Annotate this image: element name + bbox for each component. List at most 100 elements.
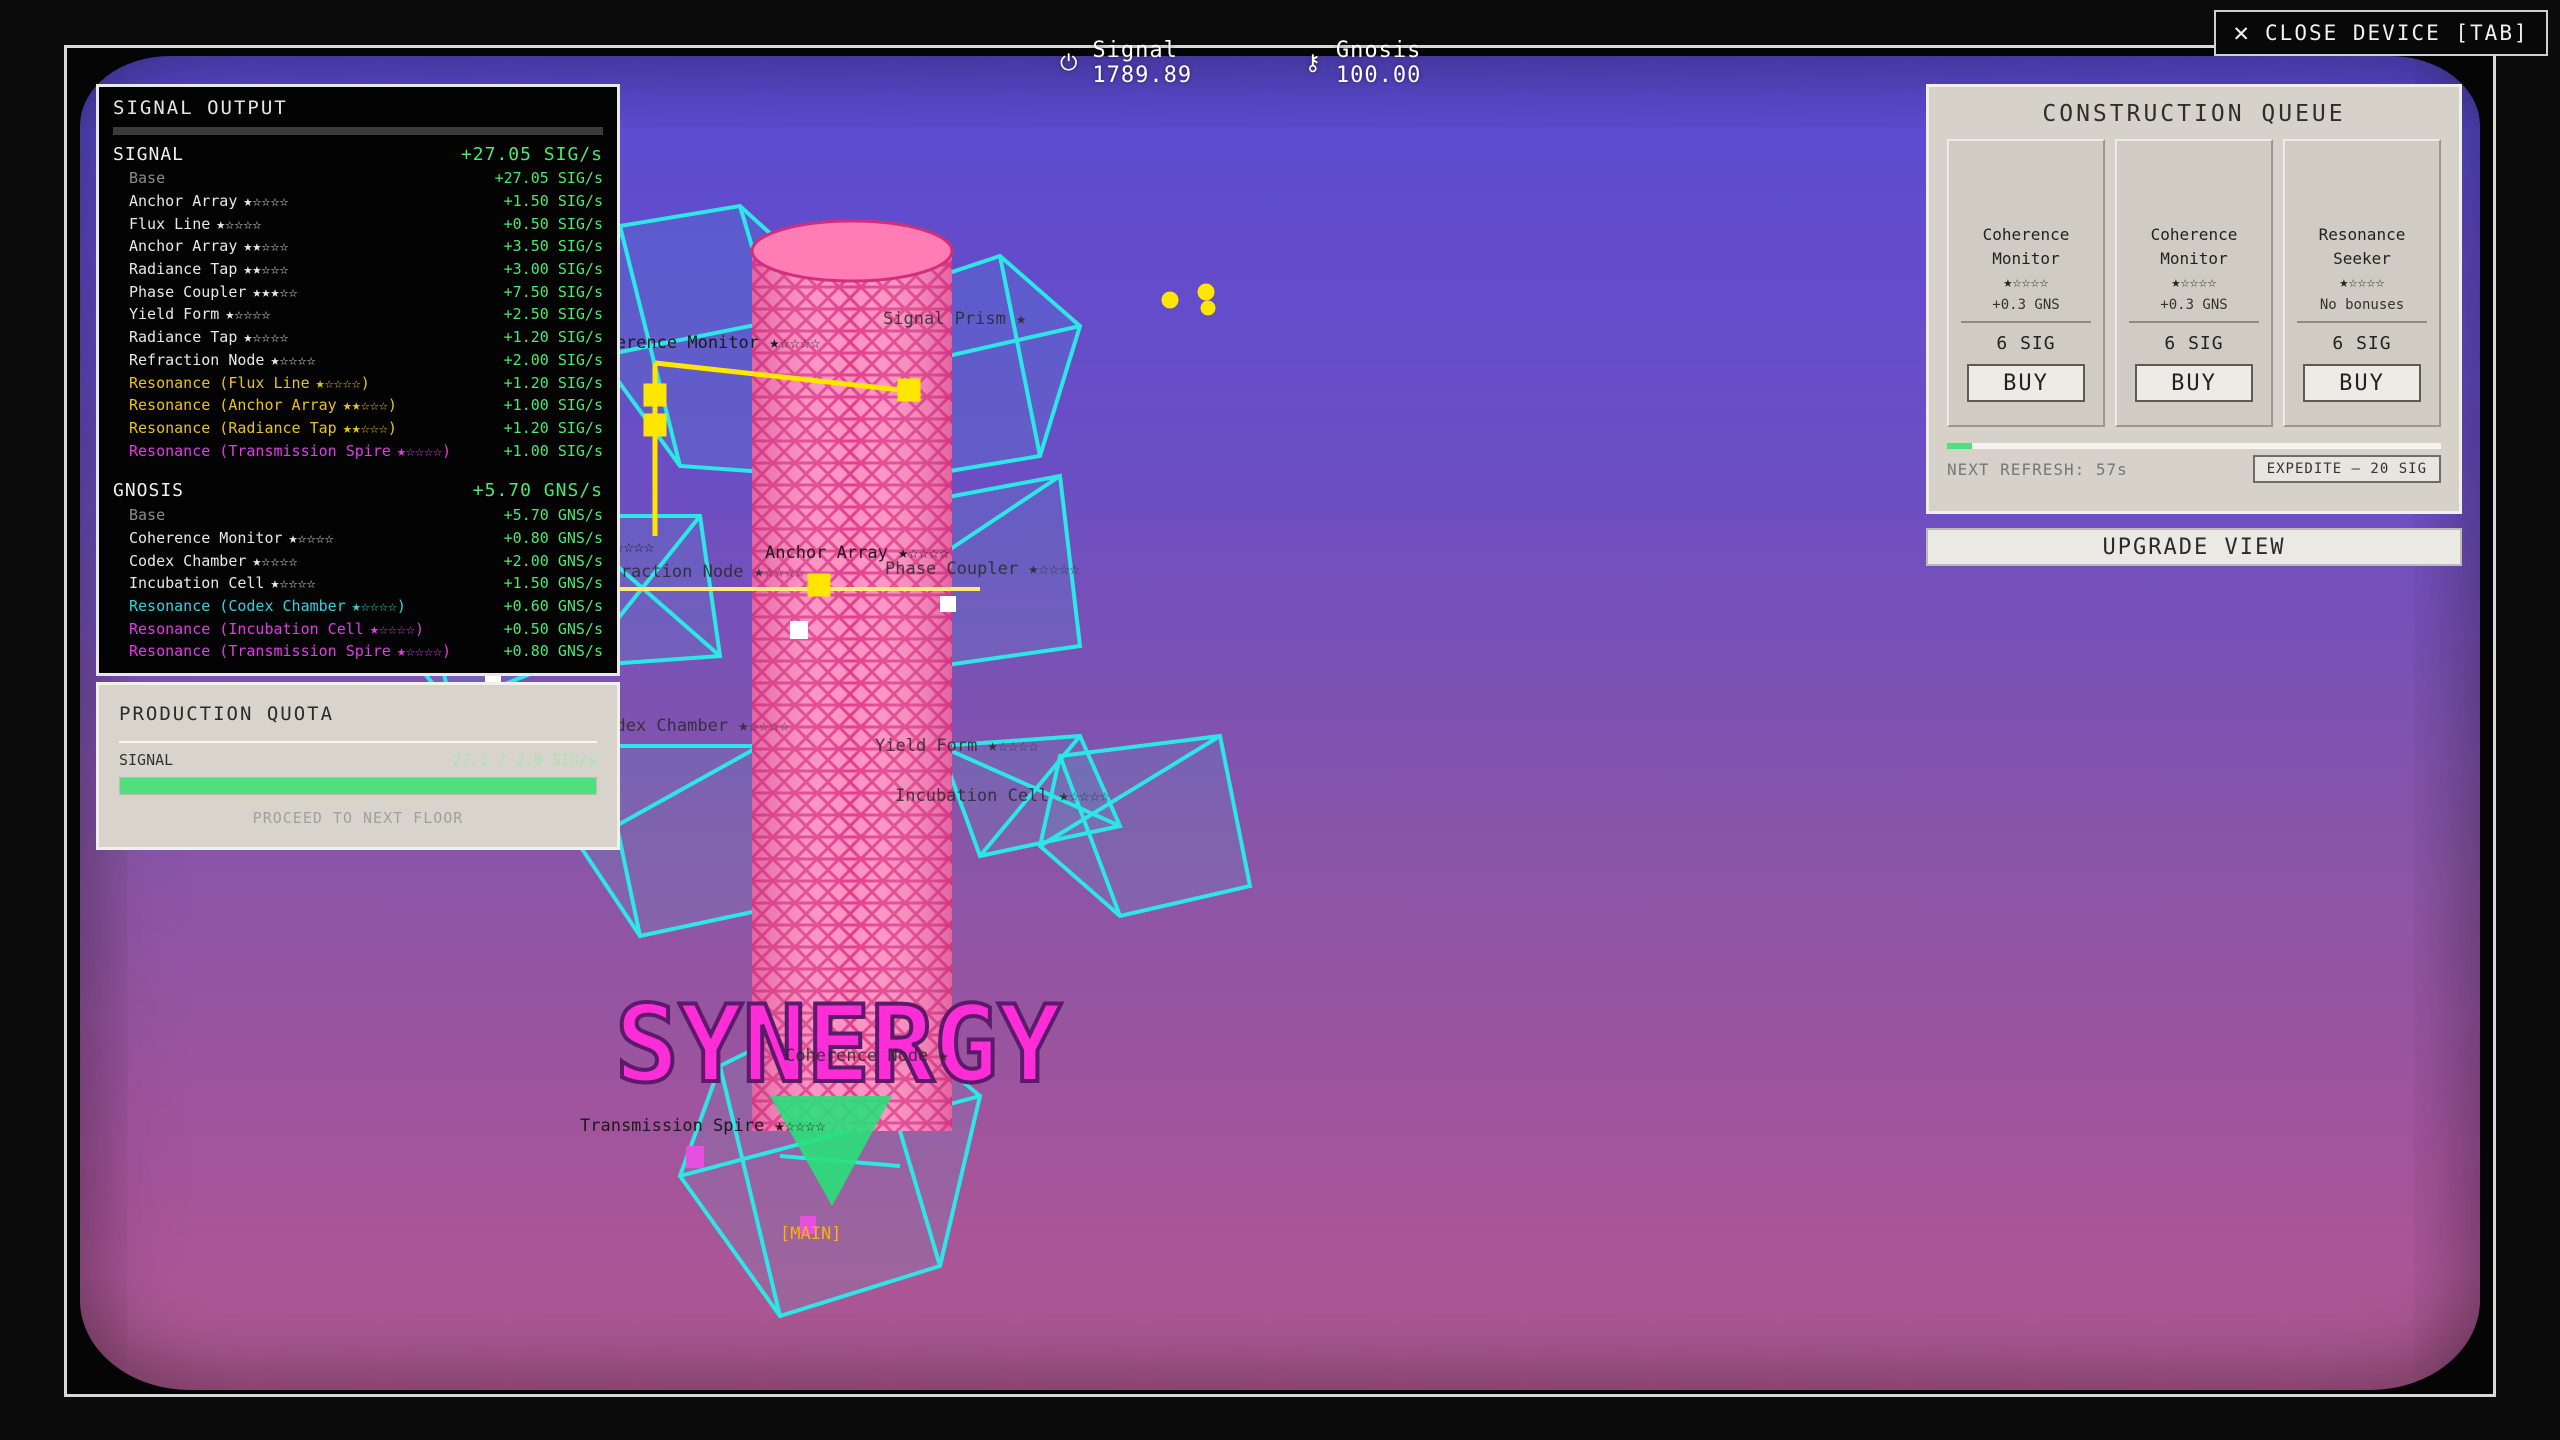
queue-card[interactable]: Coherence Monitor ★☆☆☆☆ +0.3 GNS 6 SIG B… (1947, 139, 2105, 427)
card-cost: 6 SIG (1996, 333, 2056, 354)
breakdown-row: Yield Form ★☆☆☆☆ +2.50 SIG/s (113, 303, 603, 326)
divider (119, 741, 597, 743)
upgrade-view-button[interactable]: UPGRADE VIEW (1926, 528, 2462, 566)
breakdown-name: Yield Form (129, 305, 220, 324)
label-yield-form: Yield Form ★☆☆☆☆ (875, 736, 1039, 756)
close-icon: ✕ (2233, 18, 2252, 48)
production-quota-panel: PRODUCTION QUOTA SIGNAL 27.1 / 2.0 SIG/s… (96, 682, 620, 850)
card-name-line2: Monitor (1992, 249, 2060, 268)
breakdown-label: Resonance (Codex Chamber ★☆☆☆☆) (129, 597, 406, 615)
label-transmission-spire: Transmission Spire ★☆☆☆☆ (580, 1116, 826, 1136)
breakdown-label: Resonance (Anchor Array ★★☆☆☆) (129, 396, 397, 414)
breakdown-row: Resonance (Transmission Spire ★☆☆☆☆) +1.00… (113, 439, 603, 462)
breakdown-value: +0.60 GNS/s (503, 597, 603, 616)
breakdown-row: Resonance (Flux Line ★☆☆☆☆) +1.20 SIG/s (113, 371, 603, 394)
breakdown-name: Incubation Cell (129, 574, 265, 593)
quota-row: SIGNAL 27.1 / 2.0 SIG/s (119, 751, 597, 769)
breakdown-value: +0.80 GNS/s (503, 528, 603, 547)
breakdown-row: Base +5.70 GNS/s (113, 504, 603, 527)
breakdown-value: +3.50 SIG/s (503, 237, 603, 256)
breakdown-row: Anchor Array ★★☆☆☆ +3.50 SIG/s (113, 235, 603, 258)
label-codex-chamber: Codex Chamber ★☆☆☆☆ (595, 716, 789, 736)
star-rating: ★☆☆☆☆ (243, 192, 289, 211)
incubation-cell-module[interactable] (1037, 733, 1253, 919)
expedite-button[interactable]: EXPEDITE — 20 SIG (2252, 455, 2441, 483)
star-rating: ★☆☆☆☆ (216, 214, 262, 233)
label-signal-prism: Signal Prism ★ (883, 309, 1026, 329)
breakdown-label: Resonance (Radiance Tap ★★☆☆☆) (129, 419, 397, 437)
card-name-line1: Coherence (1982, 225, 2070, 244)
signal-section-name: SIGNAL (113, 143, 185, 165)
card-name-line2: Seeker (2333, 249, 2391, 268)
star-rating: ★☆☆☆☆) (396, 441, 452, 460)
label-phase-coupler: Phase Coupler ★☆☆☆☆ (885, 559, 1079, 579)
breakdown-value: +1.50 GNS/s (503, 574, 603, 593)
card-bonus: +0.3 GNS (1992, 297, 2060, 313)
breakdown-label: Base (129, 169, 171, 187)
breakdown-name: Coherence Monitor (129, 528, 283, 547)
star-rating: ★☆☆☆☆ (243, 328, 289, 347)
queue-card[interactable]: Resonance Seeker ★☆☆☆☆ No bonuses 6 SIG … (2283, 139, 2441, 427)
label-refraction-node: Refraction Node ★☆☆☆☆ (590, 562, 805, 582)
breakdown-row: Flux Line ★☆☆☆☆ +0.50 SIG/s (113, 212, 603, 235)
resource-bar: ⏻ Signal 1789.89 ⚷ Gnosis 100.00 (1060, 38, 1520, 88)
signal-output-panel: SIGNAL OUTPUT SIGNAL +27.05 SIG/s Base +2… (96, 84, 620, 676)
star-rating: ★☆☆☆☆ (225, 305, 271, 324)
buy-button[interactable]: BUY (1967, 364, 2085, 402)
breakdown-name: Refraction Node (129, 350, 265, 369)
breakdown-value: +0.80 GNS/s (503, 642, 603, 661)
breakdown-value: +1.50 SIG/s (503, 192, 603, 211)
divider (2297, 321, 2427, 323)
breakdown-name: Resonance (Incubation Cell (129, 619, 364, 638)
star-rating: ★★☆☆☆) (342, 396, 397, 415)
breakdown-value: +2.00 GNS/s (503, 551, 603, 570)
breakdown-value: +0.50 GNS/s (503, 619, 603, 638)
breakdown-value: +7.50 SIG/s (503, 282, 603, 301)
proceed-next-floor-button[interactable]: PROCEED TO NEXT FLOOR (119, 809, 597, 827)
quota-label: SIGNAL (119, 751, 174, 769)
breakdown-row: Resonance (Radiance Tap ★★☆☆☆) +1.20 SIG/s (113, 417, 603, 440)
gnosis-total-rate: +5.70 GNS/s (472, 480, 603, 502)
breakdown-label: Resonance (Flux Line ★☆☆☆☆) (129, 374, 370, 392)
gnosis-breakdown-list: Base +5.70 GNS/s Coherence Monitor ★☆☆☆☆ +0.… (113, 504, 603, 663)
breakdown-row: Codex Chamber ★☆☆☆☆ +2.00 GNS/s (113, 549, 603, 572)
label-coherence-node: Coherence Node ★ (785, 1046, 949, 1066)
label-coherence-monitor: Coherence Monitor ★☆☆☆☆ (585, 333, 820, 353)
breakdown-value: +1.20 SIG/s (503, 328, 603, 347)
card-name-line1: Resonance (2318, 225, 2406, 244)
breakdown-name: Resonance (Flux Line (129, 373, 310, 392)
card-stars: ★☆☆☆☆ (2339, 273, 2385, 291)
breakdown-row: Refraction Node ★☆☆☆☆ +2.00 SIG/s (113, 349, 603, 372)
key-icon: ⚷ (1304, 50, 1322, 76)
breakdown-row: Radiance Tap ★☆☆☆☆ +1.20 SIG/s (113, 326, 603, 349)
breakdown-name: Codex Chamber (129, 551, 247, 570)
card-bonus: No bonuses (2319, 297, 2405, 313)
star-rating: ★☆☆☆☆) (369, 619, 424, 638)
card-bonus: +0.3 GNS (2160, 297, 2228, 313)
star-rating: ★★★☆☆ (252, 282, 298, 301)
breakdown-label: Resonance (Transmission Spire ★☆☆☆☆) (129, 442, 451, 460)
star-rating: ★☆☆☆☆ (252, 551, 298, 570)
breakdown-value: +1.20 SIG/s (503, 418, 603, 437)
gnosis-amount: Gnosis 100.00 (1335, 38, 1422, 88)
breakdown-row: Incubation Cell ★☆☆☆☆ +1.50 GNS/s (113, 572, 603, 595)
star-rating: ★☆☆☆☆ (270, 350, 316, 369)
queue-card[interactable]: Coherence Monitor ★☆☆☆☆ +0.3 GNS 6 SIG B… (2115, 139, 2273, 427)
close-device-button[interactable]: ✕ CLOSE DEVICE [TAB] (2214, 10, 2548, 56)
breakdown-value: +5.70 GNS/s (503, 506, 603, 525)
divider (113, 127, 603, 135)
buy-button[interactable]: BUY (2135, 364, 2253, 402)
breakdown-name: Resonance (Radiance Tap (129, 418, 337, 437)
divider (2129, 321, 2259, 323)
gnosis-section-header: GNOSIS +5.70 GNS/s (113, 478, 603, 504)
signal-output-title: SIGNAL OUTPUT (113, 97, 288, 119)
breakdown-label: Phase Coupler ★★★☆☆ (129, 283, 298, 301)
buy-button[interactable]: BUY (2303, 364, 2421, 402)
card-cost: 6 SIG (2332, 333, 2392, 354)
signal-total-rate: +27.05 SIG/s (460, 143, 603, 165)
gnosis-section-name: GNOSIS (113, 480, 185, 502)
star-rating: ★☆☆☆☆ (288, 528, 334, 547)
breakdown-name: Resonance (Transmission Spire (129, 441, 391, 460)
signal-amount: Signal 1789.89 (1092, 38, 1193, 88)
breakdown-name: Radiance Tap (129, 328, 238, 347)
